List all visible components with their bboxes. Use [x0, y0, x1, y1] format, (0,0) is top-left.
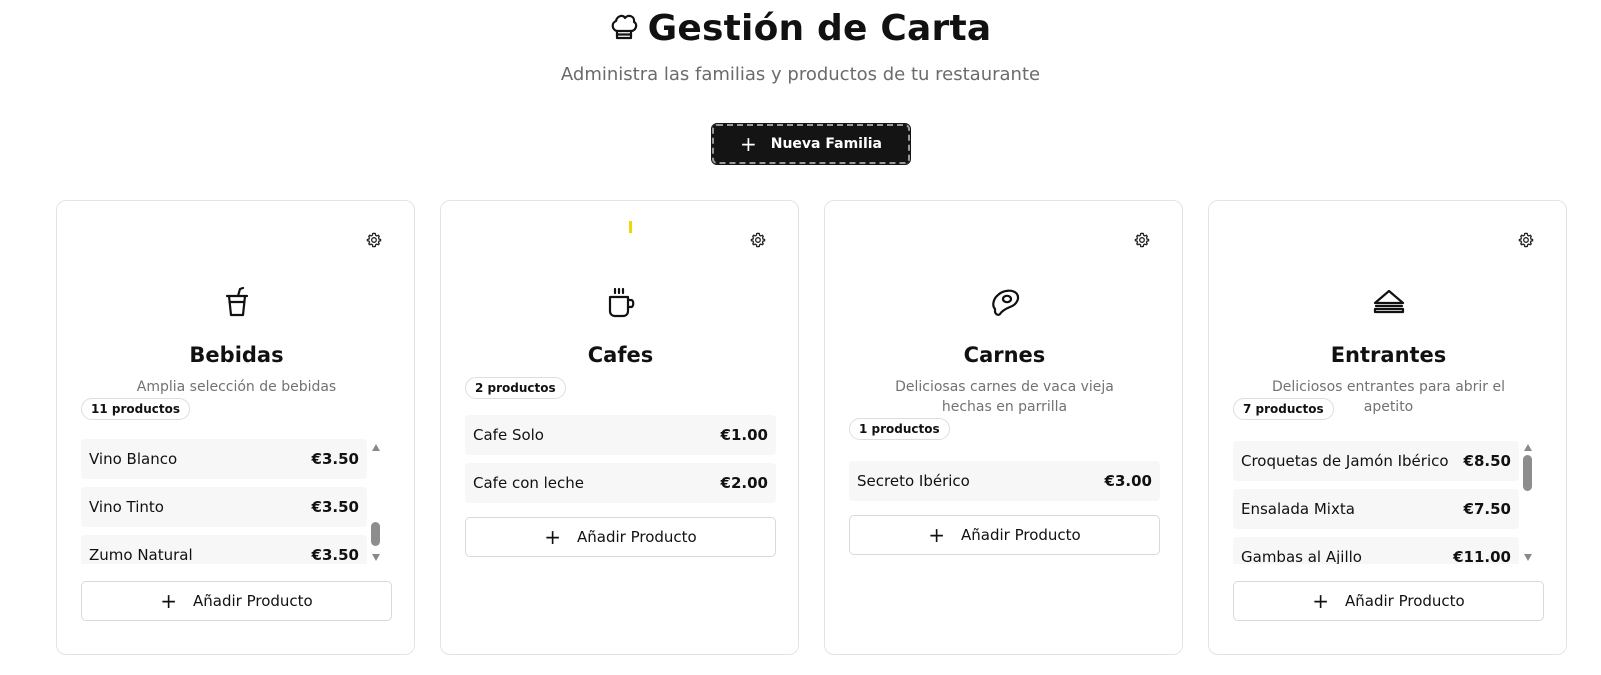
product-name: Gambas al Ajillo: [1241, 548, 1362, 564]
product-row[interactable]: Cafe con leche €2.00: [465, 463, 776, 503]
product-price: €8.50: [1463, 452, 1511, 470]
product-list-scrollbar[interactable]: [1522, 444, 1534, 561]
product-row[interactable]: Vino Blanco €3.50: [81, 439, 367, 479]
product-price: €3.00: [1104, 472, 1152, 490]
new-family-label: Nueva Familia: [770, 136, 882, 152]
product-name: Cafe Solo: [473, 426, 544, 444]
family-card-bebidas: Bebidas Amplia selección de bebidas 11 p…: [56, 200, 415, 655]
product-name: Ensalada Mixta: [1241, 500, 1355, 518]
plus-icon: +: [928, 523, 946, 547]
product-name: Vino Tinto: [89, 498, 164, 516]
family-description: Amplia selección de bebidas: [136, 379, 337, 395]
product-name: Vino Blanco: [89, 450, 178, 468]
family-card-entrantes: Entrantes Deliciosos entrantes para abri…: [1208, 200, 1567, 655]
scroll-up-arrow-icon[interactable]: [372, 444, 380, 451]
product-list: Vino Blanco €3.50 Vino Tinto €3.50 Zumo Na…: [81, 439, 367, 564]
product-row[interactable]: Secreto Ibérico €3.00: [849, 461, 1160, 501]
family-name: Cafes: [587, 343, 654, 367]
scroll-down-arrow-icon[interactable]: [1524, 554, 1532, 561]
scroll-up-arrow-icon[interactable]: [1524, 444, 1532, 451]
scrollbar-thumb[interactable]: [371, 522, 380, 546]
product-count-badge: 2 productos: [465, 377, 566, 399]
product-price: €2.00: [720, 474, 768, 492]
new-family-button[interactable]: + Nueva Familia: [711, 123, 911, 165]
add-product-label: Añadir Producto: [193, 592, 313, 610]
plus-icon: +: [544, 525, 562, 549]
plus-icon: +: [160, 589, 178, 613]
page-header: Gestión de Carta: [0, 4, 1601, 52]
page-title: Gestión de Carta: [647, 7, 992, 49]
family-name: Bebidas: [189, 343, 284, 367]
product-price: €1.00: [720, 426, 768, 444]
gear-icon[interactable]: [1518, 232, 1534, 248]
scroll-down-arrow-icon[interactable]: [372, 554, 380, 561]
product-list: Secreto Ibérico €3.00: [849, 461, 1160, 503]
cup-straw-icon: [225, 287, 248, 317]
product-row[interactable]: Croquetas de Jamón Ibérico €8.50: [1233, 441, 1519, 481]
product-count-badge: 7 productos: [1233, 398, 1334, 420]
product-price: €3.50: [311, 498, 359, 516]
page-subtitle: Administra las familias y productos de t…: [560, 64, 1041, 85]
family-icon-container: [441, 287, 800, 319]
add-product-label: Añadir Producto: [961, 526, 1081, 544]
product-price: €11.00: [1453, 548, 1511, 564]
gear-icon[interactable]: [366, 232, 382, 248]
family-name: Entrantes: [1330, 343, 1447, 367]
gear-icon[interactable]: [750, 232, 766, 248]
product-row[interactable]: Gambas al Ajillo €11.00: [1233, 537, 1519, 564]
family-icon-container: [1209, 287, 1568, 315]
add-product-label: Añadir Producto: [1345, 592, 1465, 610]
family-card-cafes: Cafes 2 productos Cafe Solo €1.00 Cafe co…: [440, 200, 799, 655]
add-product-button[interactable]: + Añadir Producto: [81, 581, 392, 621]
family-description: Deliciosas carnes de vaca vieja hechas e…: [895, 379, 1114, 415]
product-price: €3.50: [311, 546, 359, 564]
product-count-badge: 1 productos: [849, 418, 950, 440]
steak-icon: [991, 289, 1019, 316]
scrollbar-thumb[interactable]: [1523, 455, 1532, 491]
product-row[interactable]: Zumo Natural €3.50: [81, 535, 367, 564]
product-count-badge: 11 productos: [81, 398, 190, 420]
product-list: Croquetas de Jamón Ibérico €8.50 Ensalada…: [1233, 441, 1519, 564]
coffee-cup-icon: [608, 287, 634, 318]
add-product-button[interactable]: + Añadir Producto: [849, 515, 1160, 555]
highlight-marker: [629, 221, 632, 233]
chef-hat-icon: [611, 14, 637, 40]
product-list: Cafe Solo €1.00 Cafe con leche €2.00: [465, 415, 776, 505]
product-name: Zumo Natural: [89, 546, 193, 564]
add-product-label: Añadir Producto: [577, 528, 697, 546]
family-icon-container: [57, 287, 416, 319]
product-name: Cafe con leche: [473, 474, 585, 492]
plus-icon: +: [1312, 589, 1330, 613]
plus-icon: +: [739, 132, 757, 156]
product-list-scrollbar[interactable]: [370, 444, 382, 561]
product-row[interactable]: Ensalada Mixta €7.50: [1233, 489, 1519, 529]
product-name: Secreto Ibérico: [857, 472, 970, 490]
product-price: €3.50: [311, 450, 359, 468]
family-name: Carnes: [963, 343, 1046, 367]
product-row[interactable]: Cafe Solo €1.00: [465, 415, 776, 455]
family-card-carnes: Carnes Deliciosas carnes de vaca vieja h…: [824, 200, 1183, 655]
product-row[interactable]: Vino Tinto €3.50: [81, 487, 367, 527]
sandwich-icon: [1373, 289, 1404, 314]
add-product-button[interactable]: + Añadir Producto: [465, 517, 776, 557]
gear-icon[interactable]: [1134, 232, 1150, 248]
add-product-button[interactable]: + Añadir Producto: [1233, 581, 1544, 621]
product-price: €7.50: [1463, 500, 1511, 518]
product-name: Croquetas de Jamón Ibérico: [1241, 452, 1449, 470]
family-icon-container: [825, 287, 1184, 319]
